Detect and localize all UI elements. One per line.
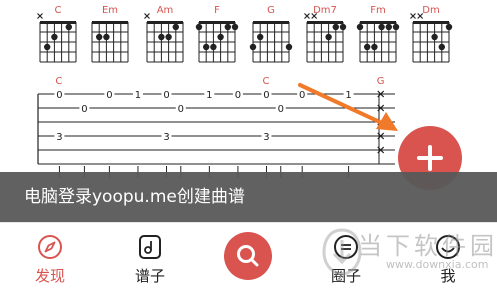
chord-grid [91,21,129,63]
search-button[interactable] [224,232,272,280]
chord-finger-dot [285,43,293,51]
chord-diagram-c[interactable]: C [30,0,86,66]
chord-finger-dot [203,43,210,51]
nav-label-circle: 圈子 [330,267,361,285]
chord-nut [307,21,343,24]
chord-finger-dot [103,33,110,41]
tab-note: 3 [263,132,269,143]
tab-chord-label: C [262,76,269,87]
chord-grid [410,13,453,63]
chord-finger-dot [364,43,371,51]
chord-nut [413,21,449,24]
nav-item-circle[interactable]: 圈子 [306,223,386,289]
chat-bubble-icon [334,235,358,259]
tab-note: 3 [56,132,62,143]
tab-note: 1 [206,90,212,101]
chord-finger-dot [231,23,239,31]
chord-finger-dot [51,33,58,41]
tab-note: 1 [345,90,351,101]
chord-finger-dot [392,23,400,31]
nav-item-me[interactable]: 我 [408,223,488,289]
chord-finger-dot [378,23,385,31]
chord-finger-dot [195,23,203,31]
chord-nut [253,21,289,24]
chord-diagram-dm[interactable]: Dm [403,0,459,66]
chord-finger-dot [385,23,392,31]
music-note-icon [139,235,161,259]
chord-finger-dot [96,33,103,41]
chord-finger-dot [172,23,179,31]
chord-finger-dot [224,23,231,31]
chord-diagram-fm[interactable]: Fm [350,0,406,66]
chord-muted-mark [410,13,416,19]
nav-label-scores: 谱子 [134,267,165,285]
tab-note: 1 [135,90,141,101]
chord-nut [147,21,183,24]
chord-diagram-em[interactable]: Em [82,0,138,66]
chord-finger-dot [325,33,332,41]
chord-finger-dot [356,23,364,31]
chord-grid [37,13,77,63]
chord-finger-dot [332,23,339,31]
tab-note: 0 [278,104,284,115]
chord-grid [144,13,184,63]
chord-nut [360,21,396,24]
tab-note: 0 [81,104,87,115]
chord-diagram-g[interactable]: G [243,0,299,66]
chord-finger-dot [445,23,453,31]
chord-finger-dot [158,33,165,41]
chord-muted-mark [417,13,424,19]
chord-finger-dot [217,33,224,41]
chord-finger-dot [249,43,257,51]
toast-message: 电脑登录yoopu.me创建曲谱 [0,172,497,222]
chord-grid [304,13,347,63]
plus-icon [417,145,443,171]
nav-item-discover[interactable]: 发现 [10,223,90,289]
chord-muted-mark [37,13,43,19]
tab-note: 0 [106,90,112,101]
tab-note: 0 [299,90,305,101]
chord-finger-dot [257,33,264,41]
nav-item-scores[interactable]: 谱子 [110,223,190,289]
tab-chord-label: G [377,76,385,87]
chord-finger-dot [339,23,347,31]
tab-chord-label: C [55,76,62,87]
chord-finger-dot [44,43,51,51]
face-icon [436,235,460,259]
search-icon [237,245,259,267]
tab-note: 0 [178,104,184,115]
chord-grid [356,21,400,63]
chord-grid [195,21,239,63]
chord-nut [40,21,76,24]
chord-finger-dot [438,43,445,51]
chord-finger-dot [65,23,72,31]
chord-diagram-am[interactable]: Am [137,0,193,66]
chord-nut [92,21,128,24]
chord-muted-mark [311,13,318,19]
nav-label-discover: 发现 [34,267,65,285]
chord-diagram-row: C Em Am F G Dm7 Fm Dm [0,0,497,66]
tab-note: 3 [163,132,169,143]
chord-finger-dot [431,33,438,41]
chord-muted-mark [304,13,310,19]
tab-note: 0 [56,90,62,101]
nav-label-me: 我 [440,267,456,285]
chord-grid [249,21,293,63]
chord-muted-mark [144,13,150,19]
chord-diagram-f[interactable]: F [189,0,245,66]
compass-icon [38,235,62,259]
chord-finger-dot [371,43,378,51]
tab-note: 0 [235,90,241,101]
chord-finger-dot [210,43,217,51]
chord-diagram-dm7[interactable]: Dm7 [297,0,353,66]
tab-note: 0 [263,90,269,101]
chord-finger-dot [165,33,172,41]
tab-note: 0 [163,90,169,101]
chord-nut [199,21,235,24]
